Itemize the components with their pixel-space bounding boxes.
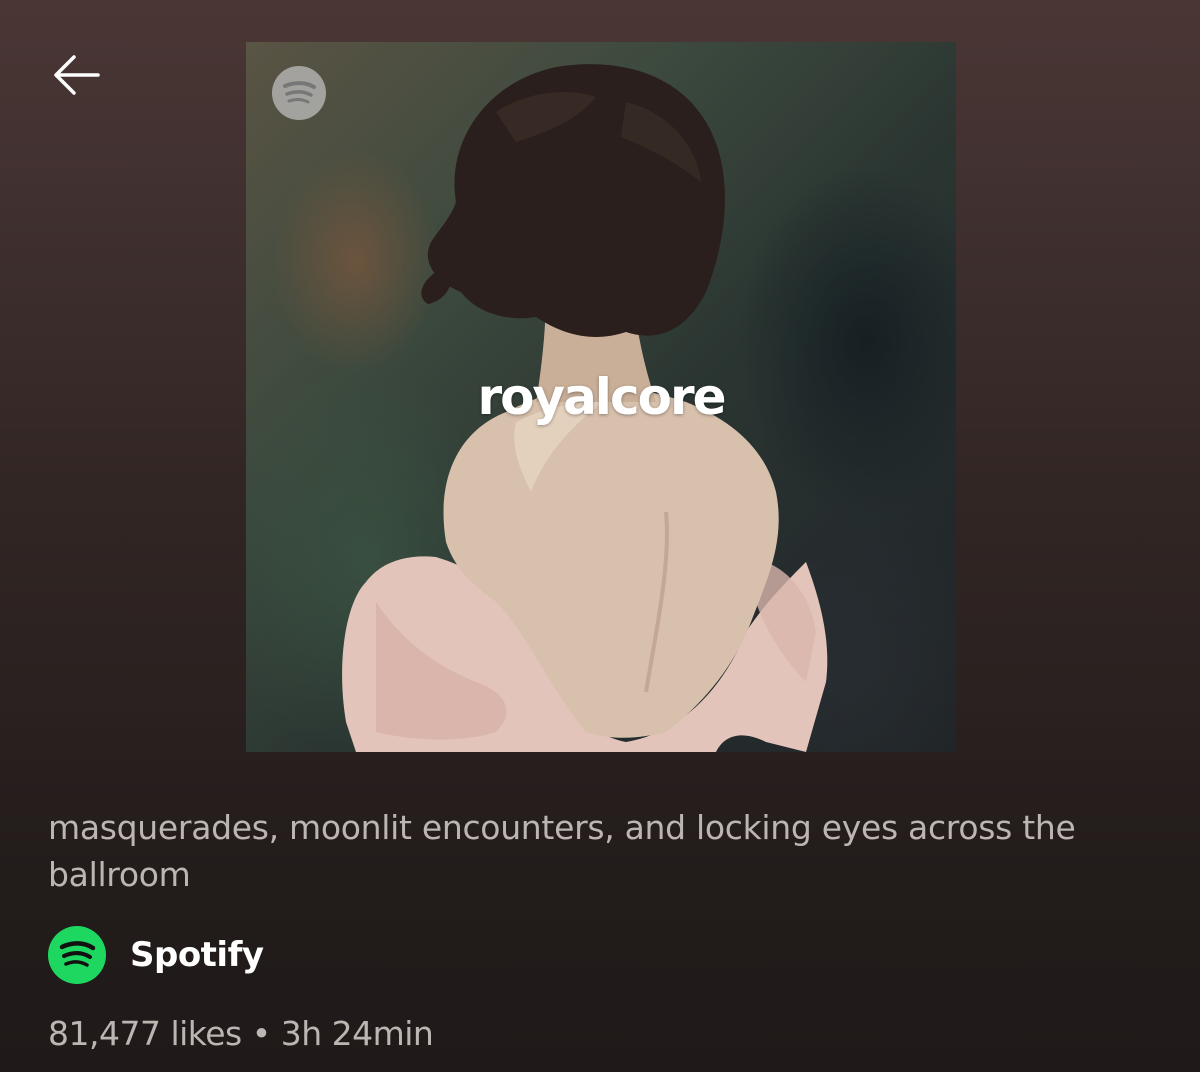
playlist-description: masquerades, moonlit encounters, and loc… — [48, 808, 1076, 894]
playlist-cover-image: royalcore — [246, 42, 956, 752]
owner-name[interactable]: Spotify — [130, 935, 264, 975]
arrow-left-icon — [54, 55, 100, 95]
back-button[interactable] — [48, 52, 104, 98]
spotify-logo-icon — [59, 941, 96, 967]
playlist-owner[interactable]: Spotify — [48, 926, 264, 984]
cover-title: royalcore — [477, 368, 726, 426]
owner-avatar[interactable] — [48, 926, 106, 984]
spotify-logo-icon — [283, 81, 316, 104]
playlist-meta: 81,477 likes • 3h 24min — [48, 1014, 434, 1053]
likes-count: 81,477 likes — [48, 1014, 242, 1053]
meta-separator: • — [251, 1014, 271, 1053]
cover-spotify-logo — [272, 66, 326, 120]
playlist-duration: 3h 24min — [280, 1014, 434, 1053]
